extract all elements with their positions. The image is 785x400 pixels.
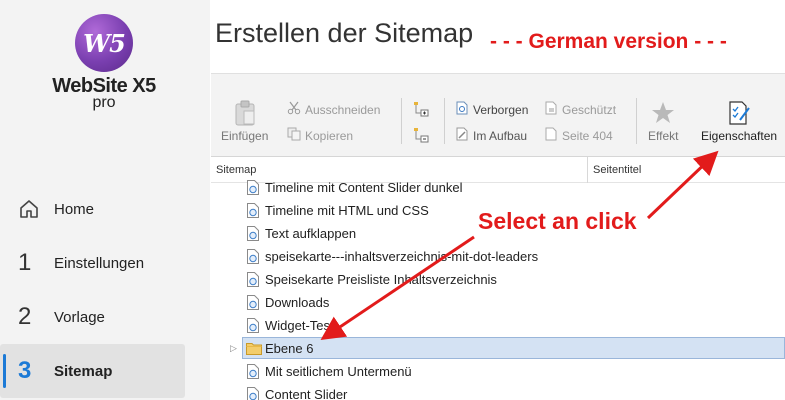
tree-row-label: Speisekarte Preisliste Inhaltsverzeichni… (265, 272, 497, 287)
tree-row[interactable]: Content Slider (211, 383, 785, 400)
page-title: Erstellen der Sitemap (215, 18, 474, 48)
copy-button[interactable]: Kopieren (287, 127, 353, 144)
nav-label-home: Home (54, 200, 95, 218)
tree-row[interactable]: Widget-Test (211, 314, 785, 337)
annotation-select-click: Select an click (478, 208, 637, 234)
tree-row-label: Mit seitlichem Untermenü (265, 364, 412, 379)
toolbar: Einfügen Ausschneiden Kopieren Verborgen… (211, 73, 785, 157)
under-construction-button[interactable]: Im Aufbau (455, 127, 527, 144)
protected-button[interactable]: Geschützt (544, 101, 616, 118)
page-icon (246, 226, 260, 244)
hidden-page-icon (455, 101, 469, 118)
tree-row-label: Widget-Test (265, 318, 334, 333)
effect-button[interactable]: Effekt (648, 100, 678, 143)
tree-remove-icon (413, 127, 429, 146)
cut-label: Ausschneiden (305, 102, 381, 117)
nav-item-einstellungen[interactable]: 1 Einstellungen (0, 236, 210, 290)
toolbar-separator (401, 98, 402, 144)
page-icon (246, 318, 260, 336)
sitemap-tree[interactable]: Sitemap Seitentitel Timeline mit Content… (211, 157, 785, 400)
protected-page-icon (544, 101, 558, 118)
sidebar: W5 WebSite X5 pro Home 1 Einstellungen 2… (0, 0, 210, 400)
nav-item-sitemap[interactable]: 3 Sitemap (0, 344, 185, 398)
scissors-icon (287, 101, 301, 118)
page-icon (246, 387, 260, 400)
hidden-label: Verborgen (473, 102, 529, 117)
app-name: WebSite X5 (52, 75, 156, 97)
app-window: W5 WebSite X5 pro Home 1 Einstellungen 2… (0, 0, 785, 400)
tree-row-label: Content Slider (265, 387, 348, 400)
expand-arrow-icon[interactable]: ▷ (230, 343, 237, 354)
tree-row[interactable]: Downloads (211, 291, 785, 314)
paste-label: Einfügen (221, 129, 269, 143)
cut-button[interactable]: Ausschneiden (287, 101, 380, 118)
nav-item-vorlage[interactable]: 2 Vorlage (0, 290, 210, 344)
paste-button[interactable]: Einfügen (221, 100, 268, 143)
tree-row[interactable]: Speisekarte Preisliste Inhaltsverzeichni… (211, 268, 785, 291)
tree-add-icon (413, 101, 429, 120)
page404-label: Seite 404 (562, 128, 613, 143)
star-icon (650, 100, 676, 129)
toolbar-separator (636, 98, 637, 144)
tree-row-label: Timeline mit Content Slider dunkel (265, 180, 463, 195)
nav-label-vorlage: Vorlage (54, 308, 105, 326)
page-icon (246, 364, 260, 382)
column-header-page-title[interactable]: Seitentitel (588, 164, 641, 176)
nav-step-number: 2 (18, 303, 32, 330)
remove-level-button[interactable] (413, 127, 429, 146)
protected-label: Geschützt (562, 102, 617, 117)
copy-label: Kopieren (305, 128, 354, 143)
main-nav: Home 1 Einstellungen 2 Vorlage 3 Sitemap (0, 182, 210, 398)
page-icon (246, 203, 260, 221)
copy-icon (287, 127, 301, 144)
app-logo: W5 WebSite X5 pro (44, 14, 164, 111)
annotation-german-version: - - - German version - - - (490, 30, 727, 53)
app-edition: pro (92, 94, 116, 111)
tree-row[interactable]: speisekarte---inhaltsverzeichnis-mit-dot… (211, 245, 785, 268)
home-icon (18, 198, 54, 220)
tree-row-selected[interactable]: ▷ Ebene 6 (211, 337, 785, 360)
page-icon (246, 272, 260, 290)
page-icon (246, 295, 260, 313)
tree-row-label: Text aufklappen (265, 226, 357, 241)
folder-icon (246, 341, 262, 358)
nav-label-sitemap: Sitemap (54, 362, 113, 380)
selection-highlight (242, 337, 785, 359)
effect-label: Effekt (648, 129, 679, 143)
clipboard-icon (234, 100, 256, 129)
hidden-button[interactable]: Verborgen (455, 101, 528, 118)
tree-row-label: Timeline mit HTML und CSS (265, 203, 429, 218)
nav-step-number: 3 (18, 357, 32, 384)
page-icon (246, 180, 260, 198)
under-construction-label: Im Aufbau (473, 128, 528, 143)
tree-row-label: Downloads (265, 295, 330, 310)
nav-item-home[interactable]: Home (0, 182, 210, 236)
page404-icon (544, 127, 558, 144)
logo-mark: W5 (75, 14, 133, 72)
construction-icon (455, 127, 469, 144)
properties-label: Eigenschaften (701, 129, 778, 143)
tree-row[interactable]: Mit seitlichem Untermenü (211, 360, 785, 383)
toolbar-separator (444, 98, 445, 144)
tree-row-label: speisekarte---inhaltsverzeichnis-mit-dot… (265, 249, 539, 264)
page-icon (246, 249, 260, 267)
tree-row[interactable]: Timeline mit Content Slider dunkel (211, 176, 785, 199)
properties-button[interactable]: Eigenschaften (701, 100, 777, 143)
insert-level-button[interactable] (413, 101, 429, 120)
nav-step-number: 1 (18, 249, 32, 276)
properties-icon (726, 100, 752, 129)
page404-button[interactable]: Seite 404 (544, 127, 613, 144)
tree-row-label: Ebene 6 (265, 341, 314, 356)
nav-label-einstellungen: Einstellungen (54, 254, 145, 272)
